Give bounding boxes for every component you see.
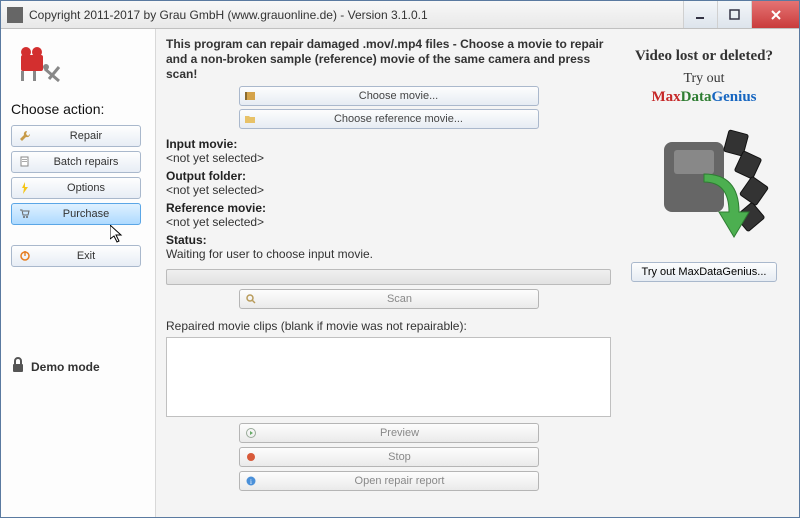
window-body: Choose action: Repair Batch repairs Opti…	[1, 29, 799, 517]
status-label: Status:	[166, 233, 611, 247]
stop-label: Stop	[262, 451, 538, 463]
camera-logo	[15, 41, 63, 89]
stop-button[interactable]: Stop	[239, 447, 539, 467]
scan-label: Scan	[262, 293, 538, 305]
power-icon	[18, 250, 32, 262]
preview-label: Preview	[262, 427, 538, 439]
app-icon	[7, 7, 23, 23]
document-icon	[18, 156, 32, 168]
progress-bar	[166, 269, 611, 285]
window-title: Copyright 2011-2017 by Grau GmbH (www.gr…	[29, 8, 683, 22]
folder-icon	[240, 113, 260, 125]
promo-title: Video lost or deleted?	[619, 47, 789, 65]
svg-text:i: i	[250, 478, 252, 486]
content-area: This program can repair damaged .mov/.mp…	[166, 37, 619, 509]
promo-brand: MaxDataGenius	[619, 89, 789, 106]
demo-mode-label: Demo mode	[31, 360, 100, 374]
options-button[interactable]: Options	[11, 177, 141, 199]
open-report-label: Open repair report	[262, 475, 538, 487]
output-folder-value: <not yet selected>	[166, 183, 611, 197]
demo-mode-indicator: Demo mode	[11, 357, 145, 376]
scan-button[interactable]: Scan	[239, 289, 539, 309]
film-icon	[240, 90, 260, 102]
titlebar: Copyright 2011-2017 by Grau GmbH (www.gr…	[1, 1, 799, 29]
try-button-label: Try out MaxDataGenius...	[642, 266, 767, 278]
main-panel: This program can repair damaged .mov/.mp…	[156, 29, 799, 517]
stop-icon	[240, 452, 262, 462]
options-label: Options	[38, 182, 134, 194]
repaired-clips-list[interactable]	[166, 337, 611, 417]
input-movie-label: Input movie:	[166, 137, 611, 151]
exit-label: Exit	[38, 250, 134, 262]
exit-button[interactable]: Exit	[11, 245, 141, 267]
choose-reference-label: Choose reference movie...	[260, 113, 538, 125]
choose-movie-button[interactable]: Choose movie...	[239, 86, 539, 106]
intro-text: This program can repair damaged .mov/.mp…	[166, 37, 611, 82]
sidebar: Choose action: Repair Batch repairs Opti…	[1, 29, 156, 517]
play-icon	[240, 428, 262, 438]
magnifier-icon	[240, 293, 262, 305]
repair-label: Repair	[38, 130, 134, 142]
choose-reference-button[interactable]: Choose reference movie...	[239, 109, 539, 129]
purchase-label: Purchase	[38, 208, 134, 220]
field-block: Input movie: <not yet selected> Output f…	[166, 137, 611, 261]
window-controls	[683, 1, 799, 28]
open-report-button[interactable]: i Open repair report	[239, 471, 539, 491]
minimize-button[interactable]	[683, 1, 717, 28]
repair-button[interactable]: Repair	[11, 125, 141, 147]
batch-repairs-label: Batch repairs	[38, 156, 134, 168]
promo-subtitle: Try out	[619, 71, 789, 87]
choose-movie-label: Choose movie...	[260, 90, 538, 102]
maximize-button[interactable]	[717, 1, 751, 28]
lock-icon	[11, 357, 25, 376]
app-window: Copyright 2011-2017 by Grau GmbH (www.gr…	[0, 0, 800, 518]
wrench-icon	[18, 130, 32, 142]
batch-repairs-button[interactable]: Batch repairs	[11, 151, 141, 173]
input-movie-value: <not yet selected>	[166, 151, 611, 165]
info-icon: i	[240, 476, 262, 486]
repaired-clips-label: Repaired movie clips (blank if movie was…	[166, 319, 611, 333]
output-folder-label: Output folder:	[166, 169, 611, 183]
promo-illustration	[634, 112, 774, 252]
status-value: Waiting for user to choose input movie.	[166, 247, 611, 261]
reference-movie-label: Reference movie:	[166, 201, 611, 215]
lightning-icon	[18, 182, 32, 194]
preview-button[interactable]: Preview	[239, 423, 539, 443]
try-maxdatagenius-button[interactable]: Try out MaxDataGenius...	[631, 262, 778, 282]
purchase-button[interactable]: Purchase	[11, 203, 141, 225]
reference-movie-value: <not yet selected>	[166, 215, 611, 229]
cart-icon	[18, 208, 32, 220]
promo-panel: Video lost or deleted? Try out MaxDataGe…	[619, 37, 789, 509]
bottom-actions: Preview Stop i Open repair report	[166, 423, 611, 491]
sidebar-heading: Choose action:	[11, 101, 145, 117]
close-button[interactable]	[751, 1, 799, 28]
